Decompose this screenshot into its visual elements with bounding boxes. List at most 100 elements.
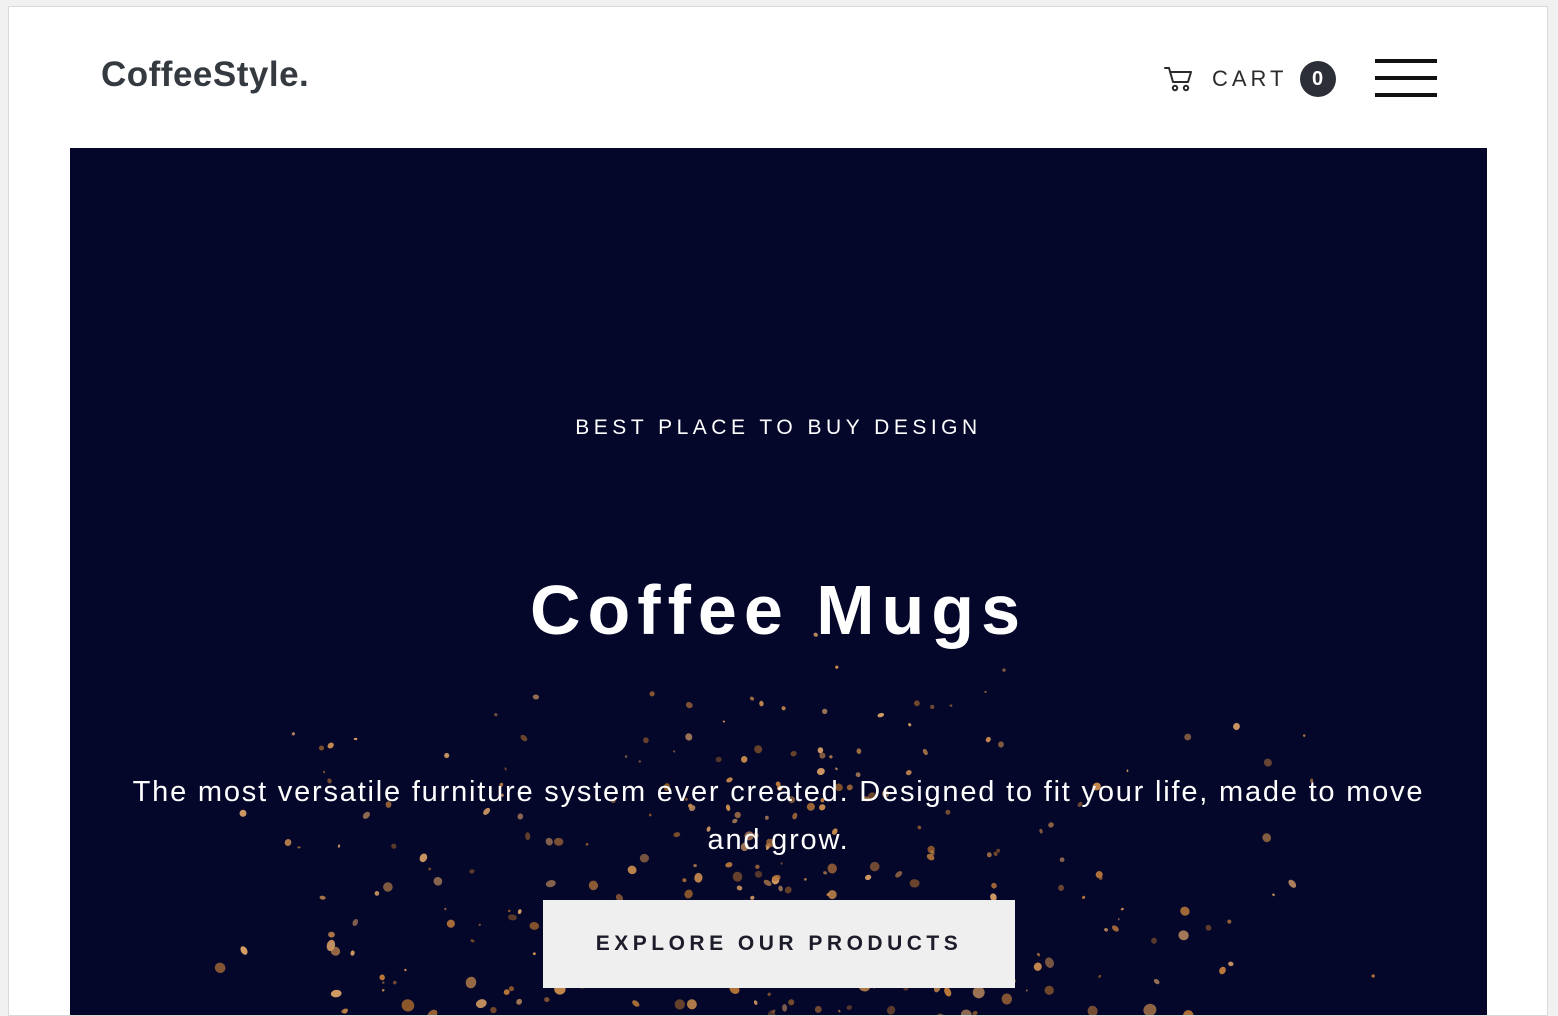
coffee-ground-particle	[782, 1004, 787, 1012]
coffee-ground-particle	[490, 1007, 497, 1014]
hamburger-line	[1375, 59, 1437, 63]
coffee-ground-particle	[715, 756, 722, 762]
coffee-ground-particle	[763, 878, 773, 887]
coffee-ground-particle	[682, 878, 687, 883]
cart-button[interactable]: CART 0	[1164, 59, 1336, 99]
hero-subtitle: The most versatile furniture system ever…	[110, 768, 1447, 864]
coffee-ground-particle	[990, 882, 998, 890]
hamburger-line	[1375, 76, 1437, 80]
coffee-ground-particle	[508, 914, 518, 921]
coffee-ground-particle	[470, 939, 475, 943]
hamburger-line	[1375, 93, 1437, 97]
coffee-ground-particle	[1111, 924, 1120, 933]
coffee-ground-particle	[1183, 732, 1192, 741]
coffee-ground-particle	[1002, 994, 1012, 1005]
coffee-ground-particle	[985, 736, 992, 743]
coffee-ground-particle	[239, 945, 249, 956]
coffee-ground-particle	[469, 869, 475, 874]
coffee-ground-particle	[330, 989, 342, 998]
coffee-ground-particle	[823, 871, 828, 875]
coffee-ground-particle	[1262, 757, 1273, 768]
coffee-ground-particle	[319, 895, 326, 900]
coffee-ground-particle	[519, 734, 528, 743]
coffee-ground-particle	[1181, 1008, 1195, 1016]
coffee-ground-particle	[894, 870, 903, 879]
coffee-ground-particle	[684, 732, 694, 742]
coffee-ground-particle	[350, 950, 355, 956]
coffee-ground-particle	[381, 988, 385, 992]
site-logo[interactable]: CoffeeStyle.	[101, 55, 309, 95]
coffee-ground-particle	[741, 756, 748, 763]
coffee-ground-particle	[404, 968, 407, 971]
hero-banner: BEST PLACE TO BUY DESIGN Coffee Mugs The…	[70, 148, 1487, 1016]
coffee-ground-particle	[673, 750, 676, 753]
coffee-ground-particle	[1226, 919, 1232, 925]
coffee-ground-particle	[587, 879, 599, 891]
coffee-ground-particle	[885, 1004, 896, 1016]
coffee-ground-particle	[767, 992, 772, 997]
coffee-ground-particle	[827, 863, 838, 874]
coffee-ground-particle	[351, 918, 359, 927]
coffee-ground-particle	[626, 864, 638, 876]
explore-products-button[interactable]: EXPLORE OUR PRODUCTS	[543, 900, 1015, 988]
coffee-ground-particle	[1232, 722, 1241, 731]
coffee-ground-particle	[804, 878, 807, 881]
coffee-ground-particle	[910, 879, 920, 888]
coffee-ground-particle	[877, 712, 885, 718]
coffee-ground-particle	[381, 881, 394, 894]
coffee-ground-particle	[960, 1008, 973, 1016]
shopping-cart-icon	[1164, 65, 1194, 93]
coffee-ground-particle	[1025, 989, 1028, 992]
coffee-ground-particle	[1058, 885, 1064, 891]
coffee-ground-particle	[1153, 978, 1161, 985]
coffee-ground-particle	[685, 701, 694, 710]
coffee-ground-particle	[778, 885, 783, 891]
coffee-ground-particle	[731, 870, 744, 883]
coffee-ground-particle	[736, 885, 743, 891]
coffee-ground-particle	[318, 745, 325, 752]
coffee-ground-particle	[432, 875, 444, 887]
coffee-ground-particle	[532, 952, 536, 955]
coffee-ground-particle	[821, 708, 828, 715]
hamburger-menu-icon[interactable]	[1375, 59, 1437, 99]
coffee-ground-particle	[1036, 952, 1041, 957]
coffee-ground-particle	[1081, 895, 1085, 899]
coffee-ground-particle	[529, 921, 539, 930]
hero-title: Coffee Mugs	[70, 570, 1487, 650]
coffee-ground-particle	[1043, 956, 1055, 969]
coffee-ground-particle	[464, 975, 477, 989]
coffee-ground-particle	[444, 908, 446, 911]
coffee-ground-particle	[1120, 907, 1124, 911]
coffee-ground-particle	[425, 1008, 439, 1016]
coffee-ground-particle	[1204, 924, 1212, 932]
coffee-ground-particle	[908, 722, 912, 727]
coffee-ground-particle	[829, 755, 833, 758]
coffee-ground-particle	[972, 1010, 979, 1016]
coffee-ground-particle	[949, 704, 952, 707]
coffee-ground-particle	[1151, 937, 1157, 943]
browser-viewport: CoffeeStyle. CART 0 BEST PLACE TO BUY DE…	[8, 6, 1548, 1016]
coffee-ground-particle	[494, 713, 498, 717]
coffee-ground-particle	[984, 691, 987, 693]
coffee-ground-particle	[1228, 961, 1234, 966]
coffee-ground-particle	[1002, 668, 1007, 673]
coffee-ground-particle	[508, 909, 511, 912]
coffee-ground-particle	[545, 879, 557, 888]
coffee-ground-particle	[1098, 974, 1102, 978]
coffee-ground-particle	[1272, 893, 1276, 897]
coffee-ground-particle	[753, 1000, 758, 1006]
coffee-ground-particle	[1118, 918, 1120, 921]
coffee-ground-particle	[759, 701, 764, 707]
coffee-ground-particle	[517, 909, 522, 915]
coffee-ground-particle	[382, 981, 385, 984]
coffee-ground-particle	[1287, 878, 1298, 889]
coffee-ground-particle	[1371, 974, 1375, 978]
coffee-ground-particle	[790, 750, 797, 757]
coffee-ground-particle	[749, 696, 755, 702]
coffee-ground-particle	[856, 748, 862, 754]
coffee-ground-particle	[755, 871, 763, 878]
coffee-ground-particle	[379, 974, 386, 981]
coffee-ground-particle	[445, 918, 456, 929]
coffee-ground-particle	[1177, 929, 1190, 942]
coffee-ground-particle	[787, 998, 795, 1006]
